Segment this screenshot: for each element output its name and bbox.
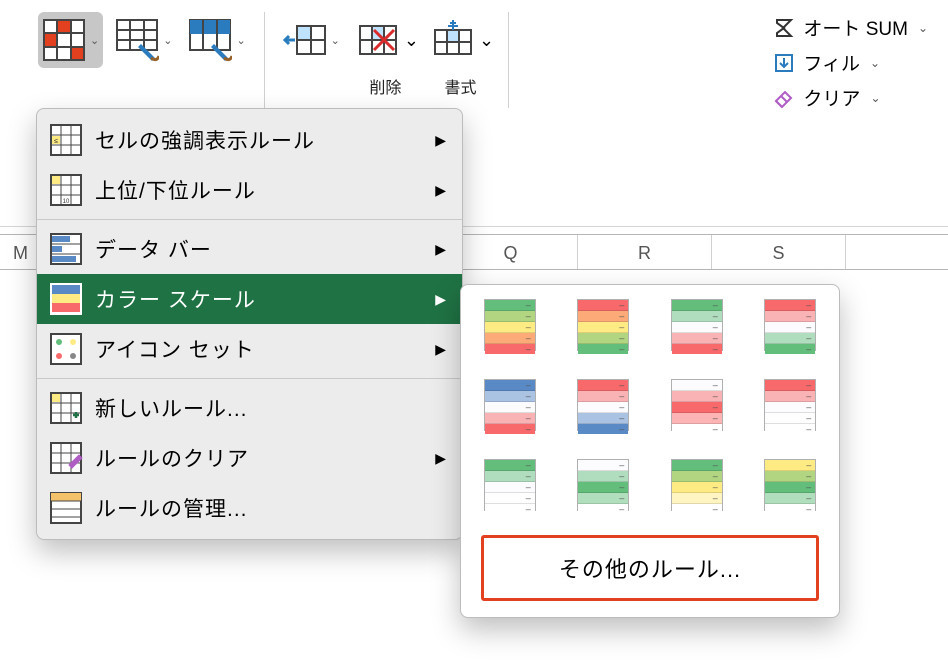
cell-styles-icon <box>188 18 232 62</box>
svg-text:10: 10 <box>63 199 70 205</box>
svg-text:≤: ≤ <box>54 138 58 145</box>
menu-item-label: アイコン セット <box>95 334 423 364</box>
fill-button[interactable]: フィル ⌄ <box>773 49 928 76</box>
data-bars-icon <box>49 232 83 266</box>
menu-item-label: ルールの管理... <box>95 493 446 523</box>
color-scale-option[interactable] <box>484 299 536 351</box>
autosum-label: オート SUM <box>803 14 908 41</box>
conditional-formatting-menu: ≤ セルの強調表示ルール ▶ 10 上位/下位ルール ▶ データ バー ▶ カラ… <box>36 108 463 540</box>
color-scale-option[interactable] <box>577 379 629 431</box>
color-scale-option[interactable] <box>484 379 536 431</box>
menu-data-bars[interactable]: データ バー ▶ <box>37 224 462 274</box>
format-label: 書式 <box>445 74 477 98</box>
autosum-button[interactable]: オート SUM ⌄ <box>773 14 928 41</box>
submenu-arrow-icon: ▶ <box>435 241 446 258</box>
color-scales-submenu: その他のルール... <box>460 284 840 618</box>
submenu-arrow-icon: ▶ <box>435 341 446 358</box>
submenu-arrow-icon: ▶ <box>435 182 446 199</box>
chevron-down-icon: ⌄ <box>870 56 880 70</box>
sigma-icon <box>773 17 795 39</box>
chevron-down-icon: ⌄ <box>331 34 340 47</box>
menu-manage-rules[interactable]: ルールの管理... <box>37 483 462 533</box>
color-scale-option[interactable] <box>764 379 816 431</box>
menu-item-label: 新しいルール... <box>95 393 446 423</box>
highlight-rules-icon: ≤ <box>49 123 83 157</box>
chevron-down-icon: ⌄ <box>236 34 245 47</box>
menu-item-label: ルールのクリア <box>95 443 423 473</box>
col-Q[interactable]: Q <box>444 235 578 269</box>
menu-new-rule[interactable]: 新しいルール... <box>37 383 462 433</box>
menu-color-scales[interactable]: カラー スケール ▶ <box>37 274 462 324</box>
col-R[interactable]: R <box>578 235 712 269</box>
fill-label: フィル <box>803 49 860 76</box>
chevron-down-icon: ⌄ <box>870 91 880 105</box>
color-scale-option[interactable] <box>671 299 723 351</box>
color-scale-option[interactable] <box>577 459 629 511</box>
insert-cells-icon <box>283 18 327 62</box>
format-table-icon <box>115 18 159 62</box>
chevron-down-icon: ⌄ <box>918 21 928 35</box>
color-scale-option[interactable] <box>671 379 723 431</box>
menu-item-label: カラー スケール <box>95 284 423 314</box>
delete-label: 削除 <box>369 74 401 98</box>
clear-button[interactable]: クリア ⌄ <box>773 84 928 111</box>
menu-top-bottom-rules[interactable]: 10 上位/下位ルール ▶ <box>37 165 462 215</box>
eraser-icon <box>773 87 795 109</box>
menu-item-label: データ バー <box>95 234 423 264</box>
format-cells-button[interactable] <box>427 12 479 68</box>
menu-item-label: セルの強調表示ルール <box>95 125 423 155</box>
submenu-arrow-icon: ▶ <box>435 450 446 467</box>
color-scale-option[interactable] <box>671 459 723 511</box>
color-scale-option[interactable] <box>484 459 536 511</box>
color-scale-option[interactable] <box>577 299 629 351</box>
format-cells-icon <box>431 18 475 62</box>
conditional-formatting-button[interactable]: ⌄ <box>38 12 103 68</box>
manage-rules-icon <box>49 491 83 525</box>
submenu-arrow-icon: ▶ <box>435 132 446 149</box>
menu-clear-rules[interactable]: ルールのクリア ▶ <box>37 433 462 483</box>
conditional-formatting-icon <box>42 18 86 62</box>
col-S[interactable]: S <box>712 235 846 269</box>
more-rules-item[interactable]: その他のルール... <box>481 535 819 601</box>
menu-icon-sets[interactable]: アイコン セット ▶ <box>37 324 462 374</box>
chevron-down-icon: ⌄ <box>479 30 494 51</box>
insert-cells-button[interactable]: ⌄ <box>279 12 344 68</box>
fill-down-icon <box>773 52 795 74</box>
clear-rules-icon <box>49 441 83 475</box>
submenu-arrow-icon: ▶ <box>435 291 446 308</box>
menu-item-label: 上位/下位ルール <box>95 175 423 205</box>
top-bottom-icon: 10 <box>49 173 83 207</box>
color-scales-icon <box>49 282 83 316</box>
menu-highlight-cells-rules[interactable]: ≤ セルの強調表示ルール ▶ <box>37 115 462 165</box>
chevron-down-icon: ⌄ <box>404 30 419 51</box>
delete-cells-button[interactable] <box>352 12 404 68</box>
color-scale-option[interactable] <box>764 459 816 511</box>
clear-label: クリア <box>803 84 860 111</box>
new-rule-icon <box>49 391 83 425</box>
delete-cells-icon <box>356 18 400 62</box>
icon-sets-icon <box>49 332 83 366</box>
cell-styles-button[interactable]: ⌄ <box>184 12 249 68</box>
more-rules-label: その他のルール... <box>559 557 741 582</box>
chevron-down-icon: ⌄ <box>163 34 172 47</box>
color-scale-option[interactable] <box>764 299 816 351</box>
format-as-table-button[interactable]: ⌄ <box>111 12 176 68</box>
chevron-down-icon: ⌄ <box>90 34 99 47</box>
